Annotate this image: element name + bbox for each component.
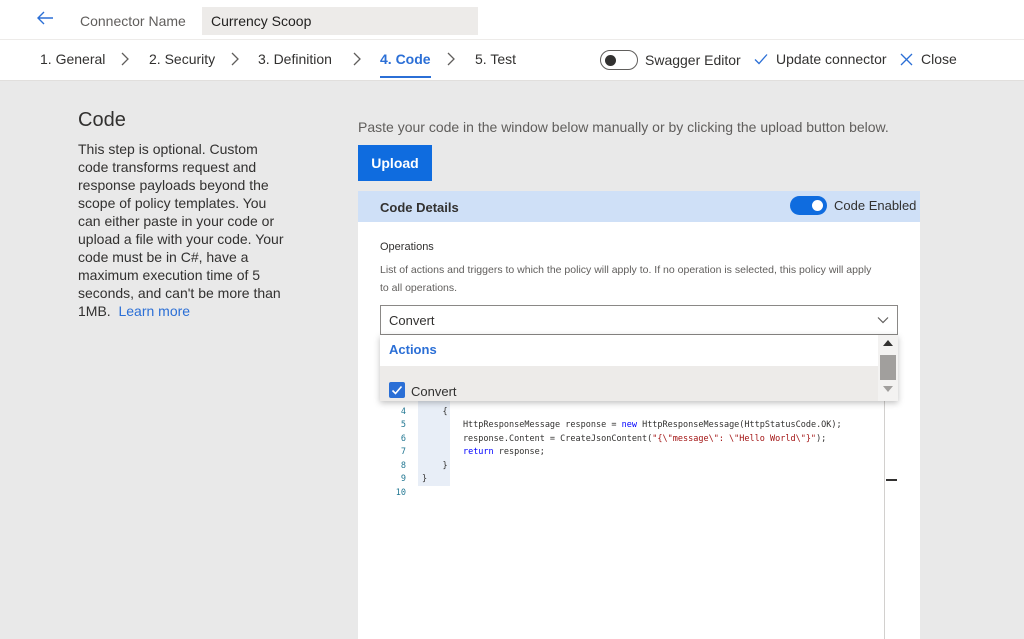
line-number: 9: [400, 474, 406, 485]
checkmark-icon: [754, 54, 768, 65]
chevron-right-icon: [352, 52, 362, 66]
chevron-down-icon: [877, 314, 889, 326]
close-icon: [900, 53, 913, 65]
connector-name-label: Connector Name: [80, 13, 186, 29]
swagger-editor-toggle[interactable]: [600, 50, 638, 70]
selected-operation: Convert: [389, 312, 435, 328]
code-editor[interactable]: 4 { 5 HttpResponseMessage response = new…: [390, 401, 886, 639]
chevron-right-icon: [230, 52, 240, 66]
scroll-down-icon[interactable]: [883, 386, 893, 392]
checkbox-checked-icon[interactable]: [389, 382, 405, 398]
close-button[interactable]: Close: [900, 51, 957, 67]
line-number: 6: [400, 433, 406, 444]
line-number: 5: [400, 420, 406, 431]
panel-header: Code Details Code Enabled: [358, 191, 920, 222]
back-arrow-icon[interactable]: [36, 9, 58, 31]
code-text: }: [422, 460, 448, 471]
dropdown-header-actions: Actions: [389, 342, 437, 357]
page-title: Code: [78, 109, 126, 131]
minimap-marker: [886, 479, 897, 481]
learn-more-link[interactable]: Learn more: [118, 303, 190, 319]
option-label: Convert: [411, 384, 457, 399]
tab-code[interactable]: 4. Code: [380, 51, 431, 78]
code-enabled-label: Code Enabled: [834, 198, 917, 213]
chevron-right-icon: [446, 52, 456, 66]
tab-general[interactable]: 1. General: [40, 51, 105, 67]
description-text: This step is optional. Custom code trans…: [78, 141, 284, 319]
swagger-editor-label: Swagger Editor: [645, 52, 741, 68]
tab-definition[interactable]: 3. Definition: [258, 51, 332, 67]
connector-name-input[interactable]: Currency Scoop: [202, 7, 478, 35]
code-details-panel: Code Details Code Enabled Operations Lis…: [358, 191, 920, 639]
code-description: This step is optional. Custom code trans…: [78, 140, 288, 320]
dropdown-option-convert[interactable]: Convert: [380, 366, 878, 401]
toggle-knob: [605, 55, 616, 66]
line-number: 8: [400, 460, 406, 471]
operations-description: List of actions and triggers to which th…: [380, 264, 872, 294]
editor-divider: [884, 401, 885, 639]
code-text: }: [422, 474, 428, 485]
tab-security[interactable]: 2. Security: [149, 51, 215, 67]
code-enabled-toggle[interactable]: [790, 196, 827, 215]
toggle-knob: [812, 200, 823, 211]
code-text: HttpResponseMessage response = new HttpR…: [422, 420, 842, 431]
scroll-up-icon[interactable]: [883, 340, 893, 346]
update-connector-label: Update connector: [776, 51, 887, 67]
code-text: return response;: [462, 447, 545, 458]
line-number: 7: [400, 447, 406, 458]
close-label: Close: [921, 51, 957, 67]
operations-select[interactable]: Convert: [380, 305, 898, 335]
update-connector-button[interactable]: Update connector: [754, 51, 887, 67]
header: Connector Name Currency Scoop: [0, 0, 1024, 40]
line-number: 4: [400, 406, 406, 417]
chevron-right-icon: [120, 52, 130, 66]
upload-instruction: Paste your code in the window below manu…: [358, 119, 889, 135]
dropdown-scrollbar[interactable]: [878, 335, 898, 401]
panel-title: Code Details: [380, 200, 459, 215]
scroll-thumb[interactable]: [880, 355, 896, 380]
upload-button[interactable]: Upload: [358, 145, 432, 181]
operations-dropdown: Actions Convert: [380, 335, 898, 401]
code-text: {: [422, 406, 448, 417]
code-text: response.Content = CreateJsonContent("{\…: [422, 433, 827, 444]
line-number: 10: [395, 487, 406, 498]
tab-test[interactable]: 5. Test: [475, 51, 516, 67]
operations-label: Operations: [380, 241, 434, 253]
